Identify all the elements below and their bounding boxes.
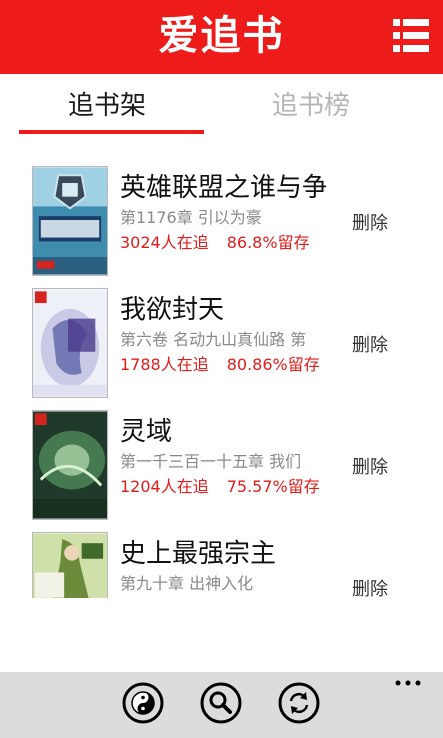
app-bar: [0, 672, 443, 738]
tab-shelf[interactable]: 追书架: [68, 88, 146, 124]
book-cover[interactable]: [32, 532, 108, 598]
refresh-icon: [278, 682, 320, 724]
cover-art-icon: [33, 411, 107, 519]
more-icon: [395, 680, 421, 686]
cover-art-icon: [33, 289, 107, 397]
book-title[interactable]: 我欲封天: [120, 292, 326, 328]
book-stats: 3024人在追 86.8%留存: [120, 232, 328, 254]
book-list: 英雄联盟之谁与争锋 第1176章 引以为豪 3024人在追86.8%留存 删除 …: [0, 166, 443, 598]
book-cover[interactable]: [32, 410, 108, 520]
latest-chapter: 第一千三百一十五章 我们: [120, 452, 302, 471]
delete-button[interactable]: 删除: [352, 334, 388, 358]
latest-chapter: 第1176章 引以为豪: [120, 208, 262, 227]
refresh-button[interactable]: [278, 682, 320, 724]
book-stats: 1204人在追 75.57%留存: [120, 476, 328, 498]
list-item[interactable]: 灵域 第一千三百一十五章 我们 1204人在追 75.57%留存 删除: [0, 410, 443, 522]
delete-button[interactable]: 删除: [352, 456, 388, 480]
theme-button[interactable]: [122, 682, 164, 724]
tab-bar: 追书架 追书榜: [0, 74, 443, 140]
list-item[interactable]: 我欲封天 第六卷 名动九山真仙路 第 1788人在追 80.86%留存 删除: [0, 288, 443, 400]
book-cover[interactable]: [32, 166, 108, 276]
search-icon: [200, 682, 242, 724]
yin-yang-icon: [122, 682, 164, 724]
active-tab-indicator: [19, 130, 204, 134]
follower-count: 1788人在追: [120, 355, 209, 374]
book-title[interactable]: 英雄联盟之谁与争锋: [120, 170, 326, 206]
retention-rate: 86.8%留存: [226, 233, 310, 252]
more-button[interactable]: [394, 676, 422, 690]
book-cover[interactable]: [32, 288, 108, 398]
book-stats: 1788人在追 80.86%留存: [120, 354, 328, 376]
app-title: 爱追书: [158, 12, 285, 59]
menu-button[interactable]: [393, 16, 429, 56]
list-item[interactable]: 史上最强宗主 第九十章 出神入化 删除: [0, 532, 443, 598]
app-header: 爱追书: [0, 0, 443, 74]
cover-art-icon: [33, 533, 107, 598]
list-menu-icon: [393, 19, 429, 52]
follower-count: 3024人在追: [120, 233, 209, 252]
delete-button[interactable]: 删除: [352, 212, 388, 236]
follower-count: 1204人在追: [120, 477, 209, 496]
latest-chapter: 第六卷 名动九山真仙路 第: [120, 330, 307, 349]
book-title[interactable]: 史上最强宗主: [120, 536, 326, 572]
delete-button[interactable]: 删除: [352, 578, 388, 598]
cover-art-icon: [33, 167, 107, 275]
tab-rank[interactable]: 追书榜: [272, 88, 350, 124]
search-button[interactable]: [200, 682, 242, 724]
list-item[interactable]: 英雄联盟之谁与争锋 第1176章 引以为豪 3024人在追 86.8%留存 删除: [0, 166, 443, 278]
latest-chapter: 第九十章 出神入化: [120, 574, 254, 593]
book-title[interactable]: 灵域: [120, 414, 326, 450]
retention-rate: 75.57%留存: [226, 477, 320, 496]
retention-rate: 80.86%留存: [226, 355, 320, 374]
